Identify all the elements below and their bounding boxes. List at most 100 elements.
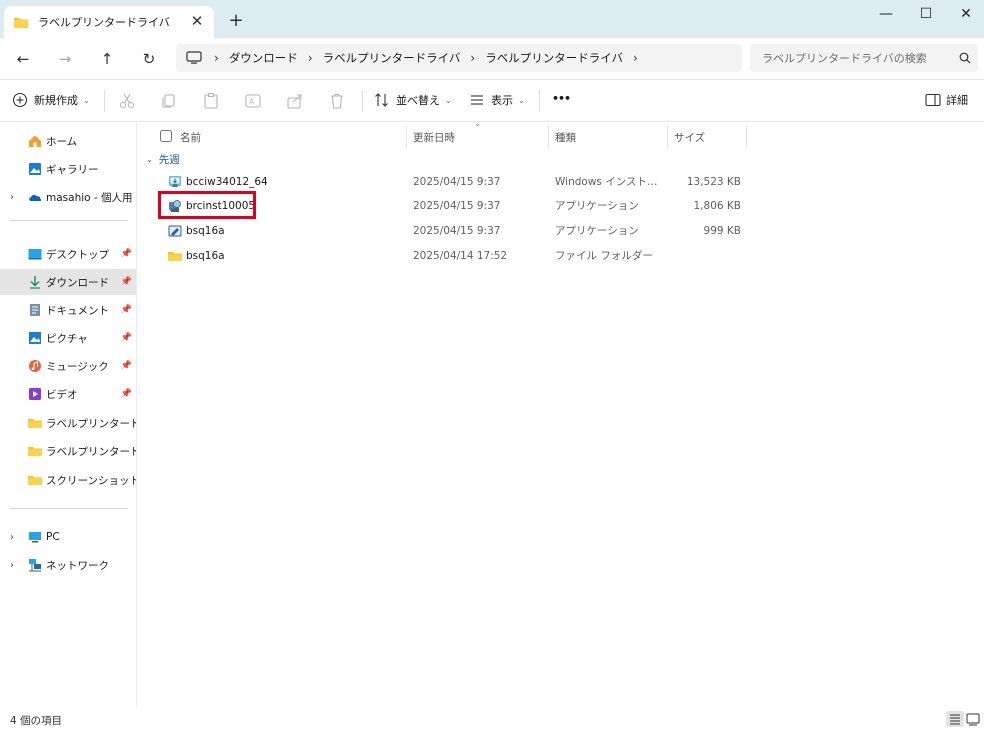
group-header-last-week[interactable]: ⌄ 先週 bbox=[146, 152, 180, 167]
search-box[interactable]: ラベルプリンタードライバの検索 bbox=[750, 44, 978, 72]
breadcrumb-label-printer-driver[interactable]: ラベルプリンタードライバ bbox=[323, 50, 461, 66]
navigation-pane: ホーム ギャラリー › masahio - 個人用 デスクトップ 📌 ダウンロー… bbox=[0, 122, 137, 708]
file-row[interactable]: bsq16a 2025/04/15 9:37 アプリケーション 999 KB bbox=[138, 219, 984, 243]
sidebar-divider bbox=[10, 508, 128, 509]
up-button[interactable]: ↑ bbox=[96, 48, 118, 70]
column-divider[interactable] bbox=[406, 126, 407, 148]
column-header-date[interactable]: 更新日時 bbox=[413, 126, 455, 148]
back-button[interactable]: ← bbox=[12, 48, 34, 70]
file-row[interactable]: bcciw34012_64 2025/04/15 9:37 Windows イン… bbox=[138, 170, 984, 194]
file-date: 2025/04/15 9:37 bbox=[413, 200, 501, 212]
app-icon bbox=[168, 225, 182, 237]
folder-icon bbox=[28, 419, 42, 428]
new-button[interactable]: 新規作成 ⌄ bbox=[12, 92, 90, 108]
minimize-button[interactable]: — bbox=[866, 0, 906, 30]
sidebar-item-label: ピクチャ bbox=[46, 332, 88, 345]
installer-icon bbox=[169, 176, 181, 187]
column-header-name[interactable]: 名前 bbox=[180, 126, 201, 148]
address-bar[interactable]: › ダウンロード › ラベルプリンタードライバ › ラベルプリンタードライバ › bbox=[176, 44, 742, 72]
breadcrumb-separator: › bbox=[214, 51, 219, 65]
sidebar-item-label: ドキュメント bbox=[46, 304, 109, 317]
sidebar-item-label: ホーム bbox=[46, 135, 78, 148]
sort-indicator-icon: ⌄ bbox=[474, 119, 482, 129]
file-row[interactable]: brcinst10005 2025/04/15 9:37 アプリケーション 1,… bbox=[138, 194, 984, 218]
file-type: ファイル フォルダー bbox=[555, 250, 653, 262]
column-divider[interactable] bbox=[548, 126, 549, 148]
file-date: 2025/04/15 9:37 bbox=[413, 176, 501, 188]
maximize-button[interactable]: ☐ bbox=[906, 0, 946, 30]
sidebar-item-screenshots[interactable]: スクリーンショット bbox=[0, 467, 136, 493]
pin-icon[interactable]: 📌 bbox=[121, 305, 132, 315]
desktop-icon bbox=[28, 249, 42, 260]
details-pane-label: 詳細 bbox=[946, 94, 968, 107]
paste-icon[interactable] bbox=[202, 92, 220, 110]
command-divider bbox=[539, 90, 540, 112]
file-list: 名前 ⌄ 更新日時 種類 サイズ ⌄ 先週 bcciw34012_64 2025… bbox=[138, 119, 984, 708]
breadcrumb-chevron-icon[interactable]: › bbox=[633, 51, 638, 65]
sidebar-item-desktop[interactable]: デスクトップ 📌 bbox=[0, 241, 136, 267]
breadcrumb-downloads[interactable]: ダウンロード bbox=[229, 50, 298, 66]
refresh-button[interactable]: ↻ bbox=[138, 48, 160, 70]
file-row[interactable]: bsq16a 2025/04/14 17:52 ファイル フォルダー bbox=[138, 244, 984, 268]
search-icon bbox=[959, 52, 971, 64]
column-header-size[interactable]: サイズ bbox=[674, 126, 705, 148]
pin-icon[interactable]: 📌 bbox=[121, 389, 132, 399]
sidebar-item-folder[interactable]: ラベルプリンタードライバ bbox=[0, 438, 136, 464]
tab-close-icon[interactable]: ✕ bbox=[188, 12, 206, 30]
file-name: bsq16a bbox=[186, 225, 225, 237]
sidebar-item-label: ミュージック bbox=[46, 360, 109, 373]
group-label: 先週 bbox=[158, 154, 180, 166]
sidebar-item-pc[interactable]: PC bbox=[0, 524, 136, 550]
sidebar-item-onedrive[interactable]: masahio - 個人用 bbox=[0, 184, 136, 210]
view-button[interactable]: 表示 ⌄ bbox=[469, 92, 525, 108]
folder-icon bbox=[14, 18, 28, 28]
close-window-button[interactable]: ✕ bbox=[946, 0, 984, 30]
sidebar-item-pictures[interactable]: ピクチャ 📌 bbox=[0, 325, 136, 351]
sidebar-item-home[interactable]: ホーム bbox=[0, 128, 136, 154]
share-icon[interactable] bbox=[286, 92, 304, 110]
video-icon bbox=[29, 388, 41, 400]
sort-button[interactable]: 並べ替え ⌄ bbox=[374, 92, 452, 108]
cloud-icon bbox=[29, 194, 42, 201]
title-bar: ラベルプリンタードライバ ✕ + — ☐ ✕ bbox=[0, 0, 984, 38]
sidebar-item-videos[interactable]: ビデオ 📌 bbox=[0, 381, 136, 407]
sidebar-item-label: ギャラリー bbox=[46, 163, 99, 176]
sidebar-item-gallery[interactable]: ギャラリー bbox=[0, 156, 136, 182]
details-pane-button[interactable]: 詳細 bbox=[925, 92, 968, 108]
more-options-button[interactable]: ••• bbox=[552, 92, 571, 105]
sort-button-label: 並べ替え bbox=[396, 94, 440, 107]
pin-icon[interactable]: 📌 bbox=[121, 249, 132, 259]
tiles-view-icon[interactable] bbox=[964, 711, 982, 727]
sidebar-item-folder[interactable]: ラベルプリンタードライバ bbox=[0, 410, 136, 436]
cut-icon[interactable] bbox=[118, 92, 136, 110]
copy-icon[interactable] bbox=[160, 92, 178, 110]
column-divider[interactable] bbox=[667, 126, 668, 148]
tab-active[interactable]: ラベルプリンタードライバ ✕ bbox=[4, 6, 214, 38]
command-divider bbox=[362, 90, 363, 112]
sidebar-item-label: スクリーンショット bbox=[46, 474, 136, 487]
file-name-cell: bsq16a bbox=[168, 219, 225, 243]
new-tab-button[interactable]: + bbox=[226, 11, 246, 31]
details-view-icon[interactable] bbox=[946, 711, 964, 727]
search-input[interactable]: ラベルプリンタードライバの検索 bbox=[762, 50, 952, 66]
file-type: Windows インストーラー... bbox=[555, 176, 665, 188]
rename-icon[interactable]: A bbox=[244, 92, 262, 110]
sidebar-item-network[interactable]: ネットワーク bbox=[0, 552, 136, 578]
file-size: 1,806 KB bbox=[693, 200, 742, 212]
column-divider[interactable] bbox=[746, 126, 747, 148]
delete-icon[interactable] bbox=[328, 92, 346, 110]
new-button-label: 新規作成 bbox=[34, 94, 78, 107]
pin-icon[interactable]: 📌 bbox=[121, 333, 132, 343]
sidebar-item-music[interactable]: ミュージック 📌 bbox=[0, 353, 136, 379]
breadcrumb-label-printer-driver-current[interactable]: ラベルプリンタードライバ bbox=[485, 50, 623, 66]
view-button-label: 表示 bbox=[491, 94, 513, 107]
column-header-type[interactable]: 種類 bbox=[555, 126, 576, 148]
gallery-icon bbox=[29, 163, 41, 175]
sidebar-item-documents[interactable]: ドキュメント 📌 bbox=[0, 297, 136, 323]
pin-icon[interactable]: 📌 bbox=[121, 277, 132, 287]
highlight-box bbox=[158, 191, 256, 219]
sidebar-item-downloads[interactable]: ダウンロード 📌 bbox=[0, 269, 136, 295]
forward-button[interactable]: → bbox=[54, 48, 76, 70]
pin-icon[interactable]: 📌 bbox=[121, 361, 132, 371]
select-all-checkbox[interactable] bbox=[160, 130, 172, 142]
